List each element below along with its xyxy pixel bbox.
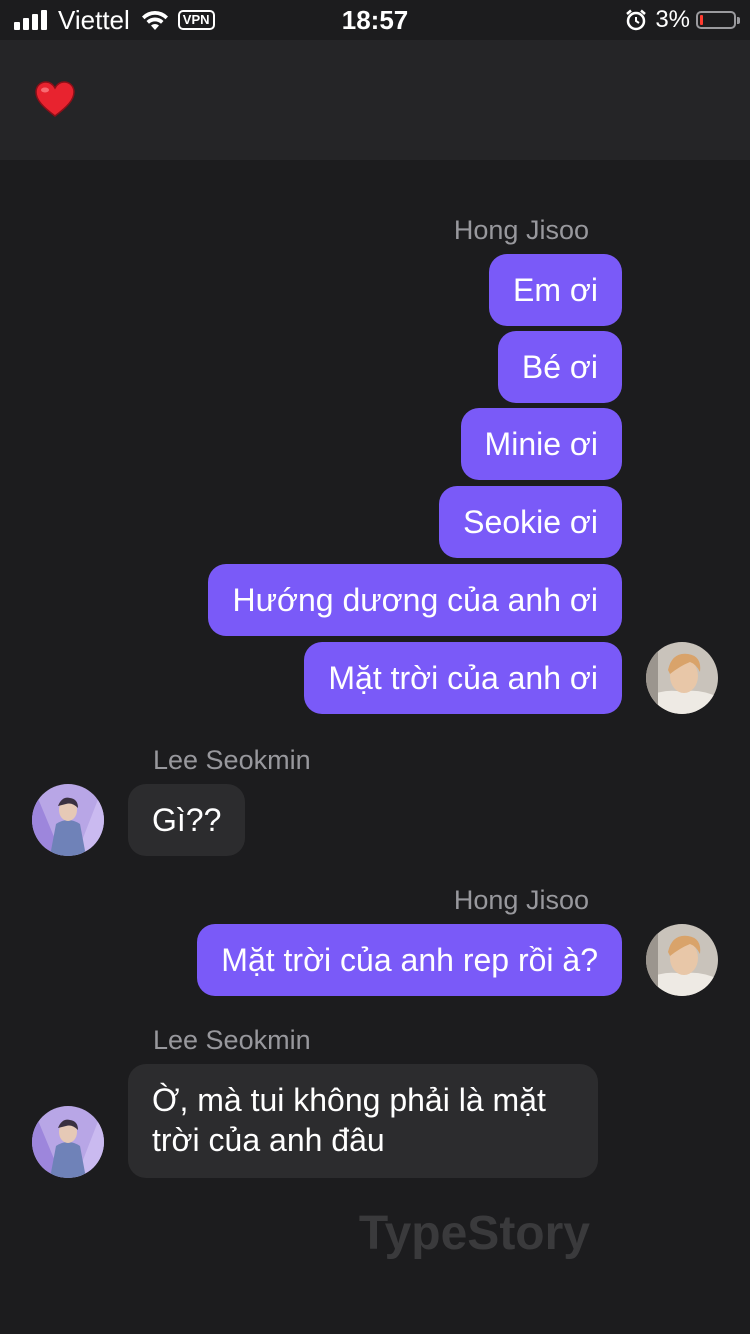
- heart-icon[interactable]: [34, 80, 76, 118]
- sender-name: Lee Seokmin: [153, 745, 311, 775]
- alarm-icon: [626, 9, 647, 31]
- avatar-lee-seokmin[interactable]: [32, 1106, 104, 1178]
- message-bubble-outgoing[interactable]: Seokie ơi: [439, 486, 622, 558]
- avatar-hong-jisoo[interactable]: [646, 924, 718, 996]
- avatar-hong-jisoo[interactable]: [646, 642, 718, 714]
- sender-name: Hong Jisoo: [453, 215, 589, 245]
- sender-name: Lee Seokmin: [153, 1025, 311, 1055]
- message-bubble-outgoing[interactable]: Mặt trời của anh rep rồi à?: [197, 924, 622, 996]
- battery-fill: [700, 15, 703, 25]
- message-bubble-outgoing[interactable]: Mặt trời của anh ơi: [304, 642, 622, 714]
- message-bubble-incoming[interactable]: Gì??: [128, 784, 246, 856]
- battery-icon: [696, 11, 740, 29]
- message-bubble-outgoing[interactable]: Minie ơi: [460, 408, 622, 480]
- message-bubble-incoming[interactable]: Ờ, mà tui không phải là mặt trời của anh…: [128, 1064, 598, 1178]
- status-bar: Viettel VPN 18:57 3%: [0, 0, 750, 40]
- message-bubble-outgoing[interactable]: Hướng dương của anh ơi: [208, 564, 622, 636]
- status-right: 3%: [625, 6, 740, 34]
- sender-name: Hong Jisoo: [453, 885, 589, 915]
- typestory-watermark: TypeStory: [358, 1207, 590, 1260]
- message-bubble-outgoing[interactable]: Em ơi: [489, 254, 622, 326]
- chat-header: [0, 40, 750, 160]
- battery-percent: 3%: [655, 6, 690, 33]
- message-bubble-outgoing[interactable]: Bé ơi: [497, 331, 622, 403]
- avatar-lee-seokmin[interactable]: [32, 784, 104, 856]
